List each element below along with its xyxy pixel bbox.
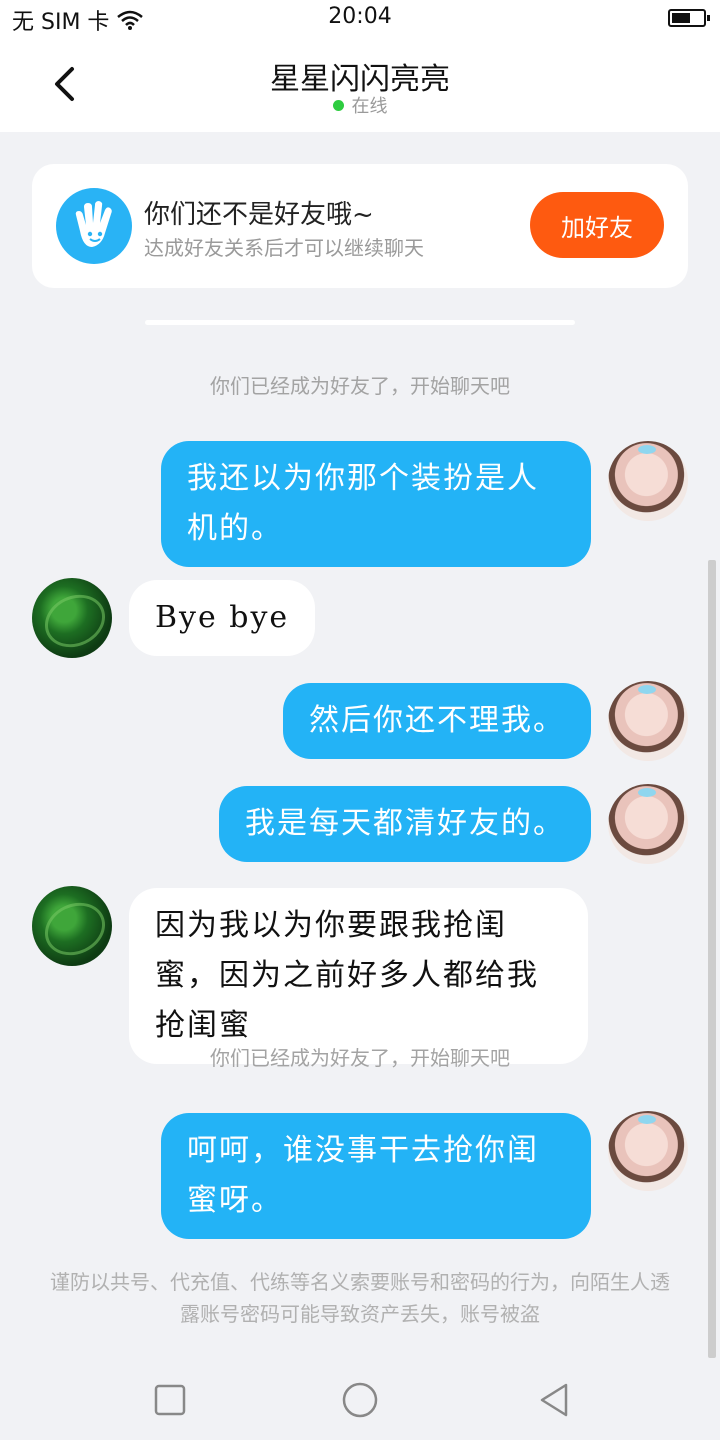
scrollbar[interactable] [708, 560, 716, 1358]
friend-banner-title: 你们还不是好友哦~ [144, 200, 374, 230]
contact-avatar[interactable] [32, 886, 112, 966]
battery-icon [668, 9, 710, 27]
online-status-label: 在线 [351, 96, 388, 117]
contact-avatar[interactable] [32, 578, 112, 658]
message-bubble-self[interactable]: 我还以为你那个装扮是人机的。 [161, 441, 591, 567]
friend-request-banner: 你们还不是好友哦~ 达成好友关系后才可以继续聊天 加好友 [32, 164, 688, 288]
message-bubble-other[interactable]: 因为我以为你要跟我抢闺蜜，因为之前好多人都给我抢闺蜜 [129, 888, 588, 1064]
system-note: 你们已经成为好友了，开始聊天吧 [210, 1046, 510, 1070]
message-bubble-other[interactable]: Bye bye [129, 580, 316, 656]
message-bubble-self[interactable]: 我是每天都清好友的。 [219, 786, 591, 862]
navigation-bar [0, 1360, 720, 1440]
self-avatar[interactable] [608, 681, 688, 761]
message-bubble-self[interactable]: 呵呵，谁没事干去抢你闺蜜呀。 [161, 1113, 591, 1239]
self-avatar[interactable] [608, 784, 688, 864]
status-time: 20:04 [328, 4, 392, 29]
online-dot-icon [332, 100, 344, 111]
online-status: 在线 [0, 92, 720, 118]
scroll-edge-line [145, 320, 575, 325]
chat-header: 星星闪闪亮亮 在线 [0, 36, 720, 132]
recent-apps-icon[interactable] [150, 1380, 190, 1420]
message-bubble-self[interactable]: 然后你还不理我。 [283, 683, 591, 759]
friend-banner-subtitle: 达成好友关系后才可以继续聊天 [144, 236, 424, 260]
add-friend-button[interactable]: 加好友 [530, 192, 664, 258]
hand-wave-icon [56, 188, 132, 264]
status-bar: 无 SIM 卡 20:04 [0, 0, 720, 36]
home-icon[interactable] [340, 1380, 380, 1420]
self-avatar[interactable] [608, 1111, 688, 1191]
back-nav-icon[interactable] [534, 1380, 574, 1420]
security-warning: 谨防以共号、代充值、代练等名义索要账号和密码的行为，向陌生人透露账号密码可能导致… [50, 1270, 670, 1326]
system-note: 你们已经成为好友了，开始聊天吧 [210, 374, 510, 398]
self-avatar[interactable] [608, 441, 688, 521]
